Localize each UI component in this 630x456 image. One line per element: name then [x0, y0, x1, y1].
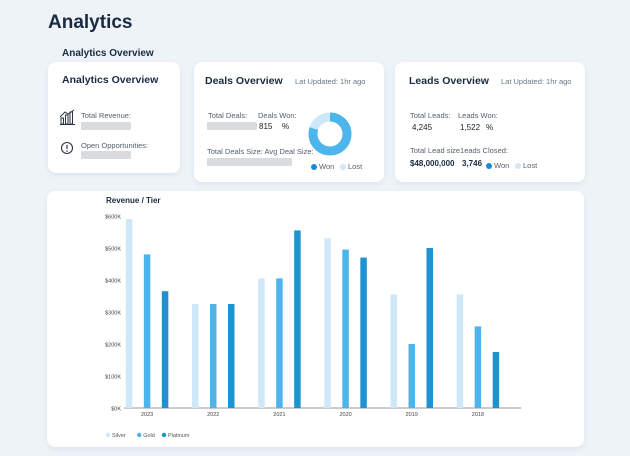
y-tick-label: $500K: [105, 247, 121, 253]
legend-dot-platinum: [161, 432, 167, 438]
deals-legend-won-label: Won: [319, 162, 335, 171]
lost-dot: [340, 164, 346, 170]
section-title: Analytics Overview: [62, 48, 154, 59]
bar-silver-2020: [324, 238, 331, 408]
deals-donut-chart: [308, 112, 352, 156]
y-tick-label: $400K: [105, 279, 121, 285]
total-revenue-label: Total Revenue:: [81, 111, 132, 120]
won-dot: [311, 164, 317, 170]
y-tick-label: $200K: [105, 343, 121, 349]
bar-silver-2022: [192, 304, 199, 408]
clock-alert-icon: [60, 141, 74, 160]
bar-platinum-2020: [360, 257, 367, 408]
bar-silver-2023: [125, 219, 133, 408]
deals-size-label: Total Deals Size: Avg Deal Size:: [207, 147, 314, 156]
bar-gold-2022: [210, 304, 217, 408]
x-tick-label: 2023: [141, 412, 153, 418]
bar-gold-2021: [276, 278, 283, 408]
revenue-chart-card: Revenue / Tier $0K $100K $200K $300K $400K $5…: [47, 191, 584, 447]
bar-platinum-2022: [228, 304, 235, 408]
bar-silver-2019: [390, 294, 397, 408]
page-title: Analytics: [48, 12, 133, 33]
deals-overview-card: Deals Overview Lat Updated: 1hr ago Tota…: [194, 62, 384, 182]
leads-legend-won-label: Won: [494, 161, 510, 170]
legend-dot-gold: [137, 432, 142, 438]
deals-legend-won: Won: [311, 162, 334, 171]
bar-platinum-2023: [161, 291, 169, 408]
leads-size-value: $48,000,000: [410, 159, 455, 168]
leads-size-label: Total Lead size1eads Closed:: [410, 146, 508, 155]
bar-platinum-2021: [294, 230, 301, 408]
deals-won-unit: %: [282, 122, 290, 131]
total-revenue-value-placeholder: [81, 122, 131, 130]
leads-legend-lost: Lost: [515, 161, 537, 170]
bar-chart-icon: [59, 109, 76, 131]
deals-won-label: Deals Won:: [258, 111, 297, 120]
x-tick-label: 2021: [273, 412, 285, 418]
deals-size-value-placeholder: [207, 158, 292, 166]
deals-last-updated: Lat Updated: 1hr ago: [295, 77, 366, 86]
total-deals-label: Total Deals:: [208, 111, 248, 120]
leads-legend-lost-label: Lost: [523, 161, 538, 170]
legend-dot-silver: [105, 432, 111, 438]
won-dot: [486, 163, 492, 169]
deals-legend-lost: Lost: [340, 162, 362, 171]
legend-label-platinum: Platinum: [168, 433, 190, 439]
bar-gold-2019: [408, 344, 415, 408]
bar-silver-2018: [456, 294, 464, 408]
open-opportunities-label: Open Opportunities:: [81, 141, 149, 150]
x-tick-label: 2022: [207, 412, 219, 418]
leads-won-value: 1,522: [460, 123, 481, 132]
bar-silver-2021: [258, 278, 265, 408]
x-tick-label: 2019: [406, 412, 418, 418]
total-leads-value: 4,245: [412, 123, 433, 132]
revenue-tier-chart: $0K $100K $200K $300K $400K $500K $600K 2023 202…: [105, 215, 521, 439]
leads-overview-card: Leads Overview Lat Updated: 1hr ago Tota…: [395, 62, 585, 182]
leads-won-label: Leads Won:: [458, 111, 498, 120]
bar-gold-2018: [474, 326, 482, 408]
deals-won-value: 815: [259, 122, 273, 131]
lost-dot: [515, 163, 521, 169]
legend-label-silver: Silver: [112, 433, 126, 439]
bar-platinum-2018: [492, 352, 500, 408]
x-tick-label: 2020: [339, 412, 351, 418]
bar-gold-2020: [342, 249, 349, 408]
legend-label-gold: Gold: [143, 433, 155, 439]
x-tick-label: 2018: [472, 412, 484, 418]
leads-won-unit: %: [486, 123, 494, 132]
y-tick-label: $300K: [105, 311, 121, 317]
y-tick-label: $600K: [105, 215, 121, 221]
leads-legend-won: Won: [486, 161, 509, 170]
deals-card-title: Deals Overview: [205, 75, 283, 87]
total-deals-value-placeholder: [207, 122, 257, 130]
open-opportunities-value-placeholder: [81, 151, 131, 159]
analytics-card-title: Analytics Overview: [62, 74, 159, 86]
bar-platinum-2019: [426, 248, 433, 408]
leads-card-title: Leads Overview: [409, 75, 489, 87]
leads-closed-value: 3,746: [462, 159, 483, 168]
bar-gold-2023: [143, 254, 151, 408]
analytics-overview-card: Analytics Overview Total Revenue: Open O…: [48, 62, 180, 173]
y-tick-label: $0K: [111, 407, 121, 413]
leads-last-updated: Lat Updated: 1hr ago: [501, 77, 572, 86]
total-leads-label: Total Leads:: [410, 111, 451, 120]
y-tick-label: $100K: [105, 375, 121, 381]
deals-legend-lost-label: Lost: [348, 162, 363, 171]
